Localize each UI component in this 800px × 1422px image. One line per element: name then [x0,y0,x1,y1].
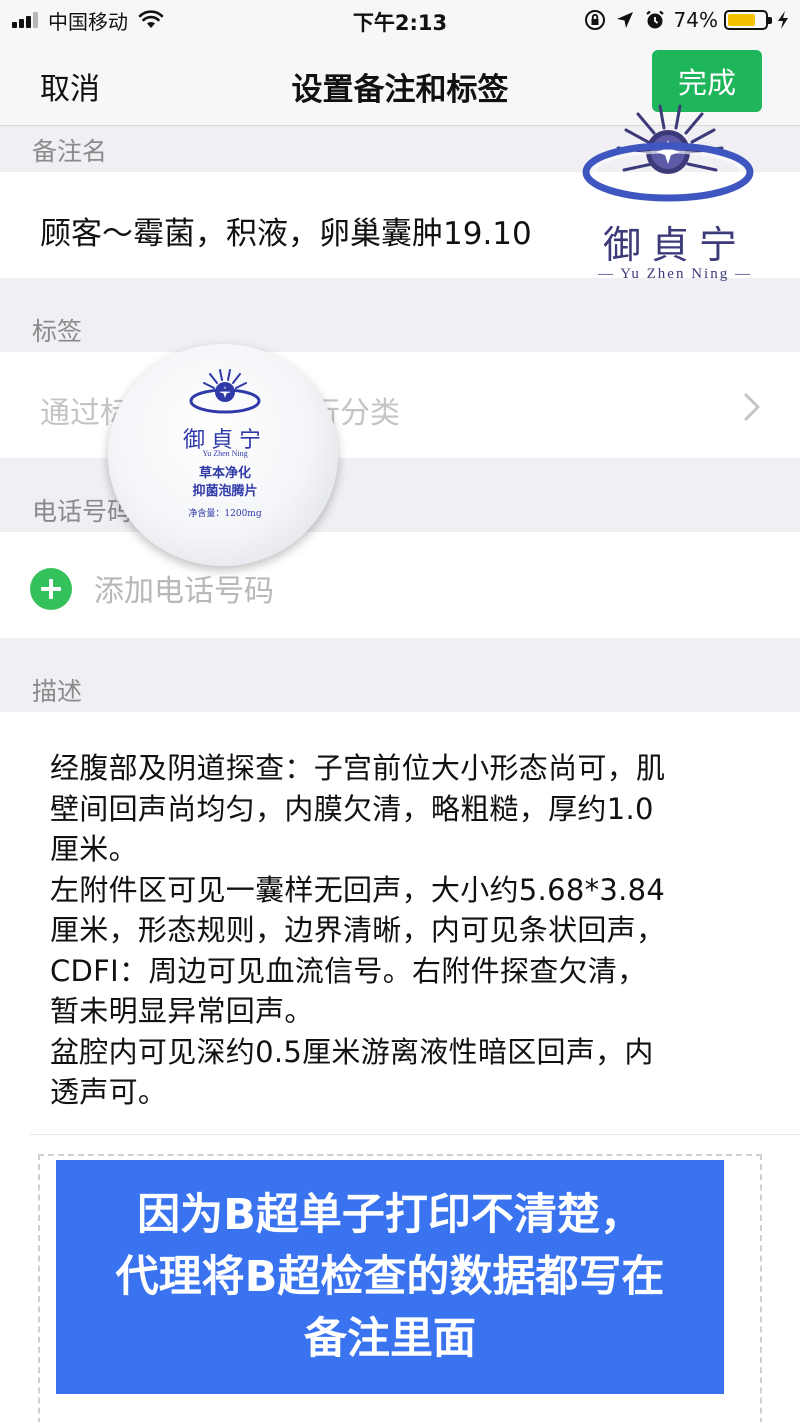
status-bar: 中国移动 下午2:13 74% [0,0,800,40]
charging-icon [778,11,788,29]
logo-subtitle: — Yu Zhen Ning — [598,266,752,282]
remark-section-label: 备注名 [32,137,108,166]
product-net-content: 净含量：1200mg [188,509,262,519]
phone-row[interactable]: 添加电话号码 [0,532,800,638]
location-icon [616,12,633,28]
add-phone-icon[interactable] [30,568,72,610]
description-section-label: 描述 [32,677,83,706]
product-line-1: 草本净化 [198,466,251,481]
chevron-right-icon [744,393,760,421]
status-right: 74% [576,6,790,34]
description-divider [30,1134,800,1135]
tags-section-label: 标签 [32,317,83,346]
remark-input[interactable]: 顾客～霉菌，积液，卵巢囊肿19.10 [40,208,532,253]
orientation-lock-icon [584,10,605,30]
product-line-2: 抑菌泡腾片 [192,484,258,499]
battery-percent: 74% [673,8,718,32]
banner-line-1: 因为B超单子打印不清楚， [137,1190,643,1240]
battery-icon [724,10,772,30]
banner-line-3: 备注里面 [304,1314,476,1364]
alarm-icon [645,10,664,29]
product-subtitle: Yu Zhen Ning [202,449,248,458]
add-phone-placeholder: 添加电话号码 [94,574,274,609]
product-emblem-icon [189,369,261,414]
banner-line-2: 代理将B超检查的数据都写在 [115,1252,665,1302]
logo-brand-text: 御貞宁 [602,223,747,267]
description-text[interactable]: 经腹部及阴道探查：子宫前位大小形态尚可，肌 壁间回声尚均匀，内膜欠清，略粗糙，厚… [50,748,770,1113]
caption-banner: 因为B超单子打印不清楚， 代理将B超检查的数据都写在 备注里面 [56,1160,724,1394]
